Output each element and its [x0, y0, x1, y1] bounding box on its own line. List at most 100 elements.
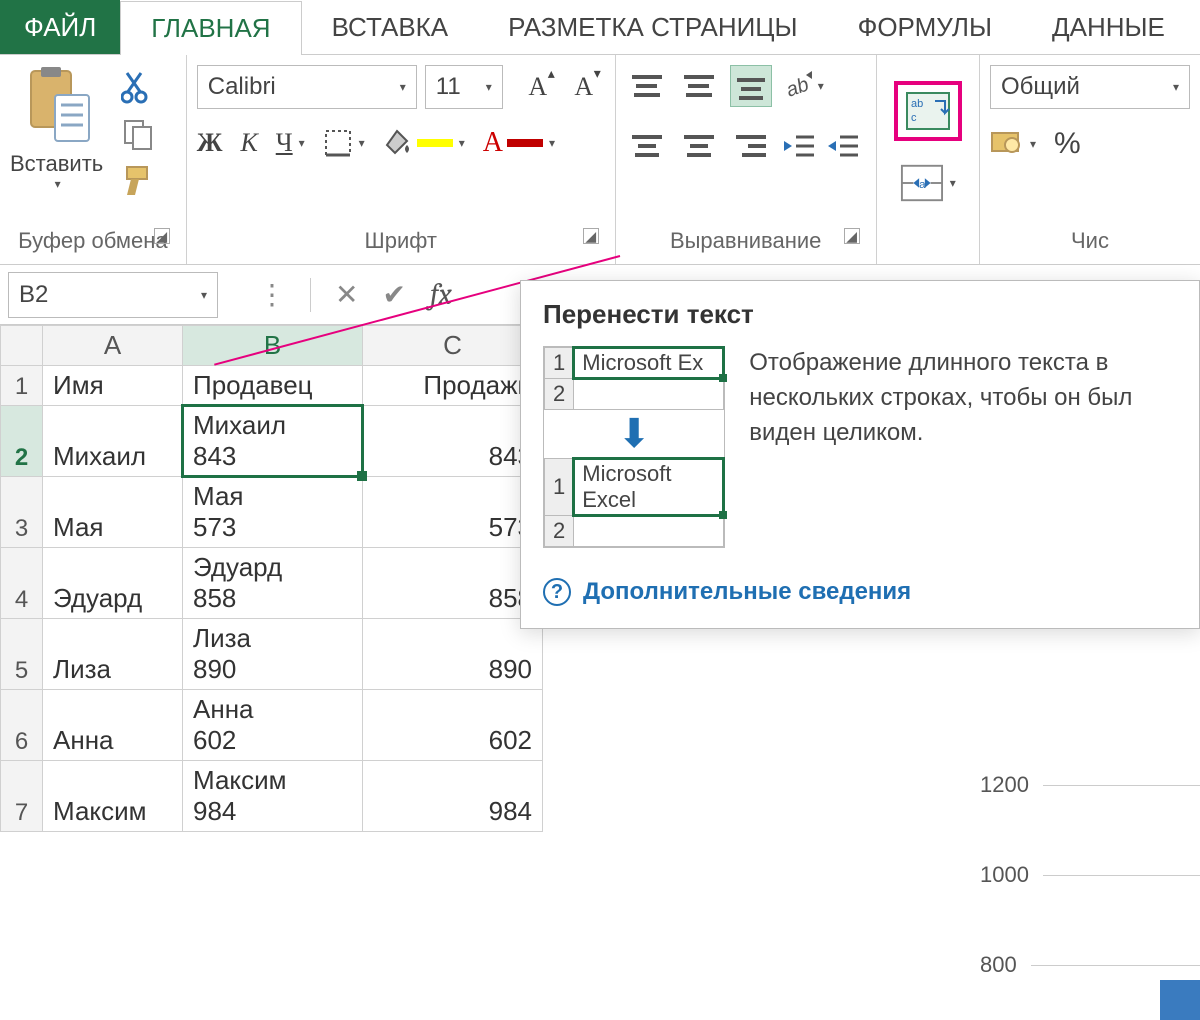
cell-B6[interactable]: Анна 602 — [183, 690, 363, 761]
italic-button[interactable]: К — [240, 128, 257, 158]
align-center-button[interactable] — [678, 125, 720, 167]
font-name-combo[interactable]: Calibri▾ — [197, 65, 417, 109]
align-bottom-button[interactable] — [730, 65, 772, 107]
row-header-1[interactable]: 1 — [1, 366, 43, 406]
tab-formulas[interactable]: ФОРМУЛЫ — [828, 0, 1022, 54]
decrease-font-button[interactable]: A▾ — [563, 66, 605, 108]
group-alignment-label: Выравнивание ◢ — [626, 222, 866, 264]
wrap-text-tooltip: Перенести текст 1Microsoft Ex 2 ⬇ 1Micro… — [520, 280, 1200, 629]
row-header-5[interactable]: 5 — [1, 619, 43, 690]
row-header-7[interactable]: 7 — [1, 761, 43, 832]
fill-handle[interactable] — [357, 471, 367, 481]
cell-C1[interactable]: Продажи — [363, 366, 543, 406]
align-right-button[interactable] — [730, 125, 772, 167]
underline-dropdown[interactable]: ▾ — [299, 136, 305, 150]
svg-text:a: a — [919, 178, 926, 190]
cell-A5[interactable]: Лиза — [43, 619, 183, 690]
cancel-formula-button[interactable]: ✕ — [335, 278, 358, 311]
cell-C6[interactable]: 602 — [363, 690, 543, 761]
group-wrap: ab c a ▾ — [877, 55, 980, 264]
paste-label[interactable]: Вставить — [10, 145, 103, 177]
cell-C7[interactable]: 984 — [363, 761, 543, 832]
enter-formula-button[interactable]: ✔ — [382, 278, 405, 311]
accounting-format-button[interactable]: ▾ — [990, 129, 1036, 159]
tab-data[interactable]: ДАННЫЕ — [1022, 0, 1195, 54]
align-left-button[interactable] — [626, 125, 668, 167]
svg-text:c: c — [911, 112, 917, 124]
tab-page-layout[interactable]: РАЗМЕТКА СТРАНИЦЫ — [478, 0, 827, 54]
tooltip-illustration: 1Microsoft Ex 2 ⬇ 1Microsoft Excel 2 — [543, 346, 725, 548]
cell-B2[interactable]: Михаил 843 — [183, 406, 363, 477]
cell-C3[interactable]: 573 — [363, 477, 543, 548]
cell-A3[interactable]: Мая — [43, 477, 183, 548]
axis-tick: 800 — [980, 952, 1017, 978]
group-clipboard: Вставить ▾ Буфер обмена ◢ — [0, 55, 187, 264]
merge-cells-button[interactable]: a ▾ — [900, 159, 956, 207]
group-number: Общий▾ ▾ % Чис — [980, 55, 1200, 264]
ribbon-tabs: ФАЙЛ ГЛАВНАЯ ВСТАВКА РАЗМЕТКА СТРАНИЦЫ Ф… — [0, 0, 1200, 55]
cell-A7[interactable]: Максим — [43, 761, 183, 832]
name-box[interactable]: B2▾ — [8, 272, 218, 318]
axis-tick: 1200 — [980, 772, 1029, 798]
col-header-A[interactable]: A — [43, 326, 183, 366]
font-dialog-launcher[interactable]: ◢ — [583, 228, 599, 244]
axis-tick: 1000 — [980, 862, 1029, 888]
tab-insert[interactable]: ВСТАВКА — [302, 0, 479, 54]
group-font-label: Шрифт ◢ — [197, 222, 605, 264]
underline-button[interactable]: Ч — [276, 128, 293, 158]
svg-text:ab: ab — [783, 73, 811, 101]
paste-dropdown[interactable]: ▾ — [55, 177, 61, 191]
cell-C2[interactable]: 843 — [363, 406, 543, 477]
cell-A2[interactable]: Михаил — [43, 406, 183, 477]
cell-B3[interactable]: Мая 573 — [183, 477, 363, 548]
format-painter-button[interactable] — [121, 163, 155, 197]
cell-C5[interactable]: 890 — [363, 619, 543, 690]
tab-file[interactable]: ФАЙЛ — [0, 0, 120, 54]
ribbon: Вставить ▾ Буфер обмена ◢ — [0, 55, 1200, 265]
orientation-button[interactable]: ab ▾ — [782, 69, 824, 103]
cell-B7[interactable]: Максим 984 — [183, 761, 363, 832]
cell-A1[interactable]: Имя — [43, 366, 183, 406]
wrap-text-button[interactable]: ab c — [900, 87, 956, 135]
cell-B4[interactable]: Эдуард 858 — [183, 548, 363, 619]
fill-color-button[interactable]: ▾ — [383, 129, 465, 157]
paste-button[interactable] — [21, 65, 93, 145]
cell-B1[interactable]: Продавец — [183, 366, 363, 406]
cell-A4[interactable]: Эдуард — [43, 548, 183, 619]
chart-bar-fragment — [1160, 980, 1200, 1020]
cell-B5[interactable]: Лиза 890 — [183, 619, 363, 690]
align-middle-button[interactable] — [678, 65, 720, 107]
chart-axis-fragment: 1200 1000 800 — [980, 740, 1200, 1010]
help-icon: ? — [543, 578, 571, 606]
clipboard-dialog-launcher[interactable]: ◢ — [154, 228, 170, 244]
borders-button[interactable]: ▾ — [323, 128, 365, 158]
font-color-button[interactable]: A ▾ — [483, 127, 555, 159]
group-number-label: Чис — [990, 222, 1190, 264]
increase-indent-button[interactable] — [826, 129, 860, 163]
percent-format-button[interactable]: % — [1054, 127, 1081, 161]
cut-button[interactable] — [121, 71, 155, 105]
row-header-2[interactable]: 2 — [1, 406, 43, 477]
fx-menu-icon[interactable]: ⋮ — [258, 278, 286, 311]
row-header-6[interactable]: 6 — [1, 690, 43, 761]
align-top-button[interactable] — [626, 65, 668, 107]
select-all-corner[interactable] — [1, 326, 43, 366]
copy-button[interactable] — [121, 117, 155, 151]
alignment-dialog-launcher[interactable]: ◢ — [844, 228, 860, 244]
row-header-4[interactable]: 4 — [1, 548, 43, 619]
group-clipboard-label: Буфер обмена ◢ — [10, 222, 176, 264]
increase-font-button[interactable]: A▴ — [517, 66, 559, 108]
row-header-3[interactable]: 3 — [1, 477, 43, 548]
font-size-combo[interactable]: 11▾ — [425, 65, 503, 109]
cell-C4[interactable]: 858 — [363, 548, 543, 619]
tooltip-more-link[interactable]: Дополнительные сведения — [583, 578, 911, 606]
number-format-combo[interactable]: Общий▾ — [990, 65, 1190, 109]
tab-home[interactable]: ГЛАВНАЯ — [120, 1, 301, 55]
col-header-C[interactable]: C — [363, 326, 543, 366]
bold-button[interactable]: Ж — [197, 128, 223, 158]
tooltip-description: Отображение длинного текста в нескольких… — [749, 346, 1177, 450]
cell-A6[interactable]: Анна — [43, 690, 183, 761]
group-font: Calibri▾ 11▾ A▴ A▾ Ж К Ч ▾ — [187, 55, 616, 264]
group-alignment: ab ▾ Выравнивание ◢ — [616, 55, 877, 264]
decrease-indent-button[interactable] — [782, 129, 816, 163]
